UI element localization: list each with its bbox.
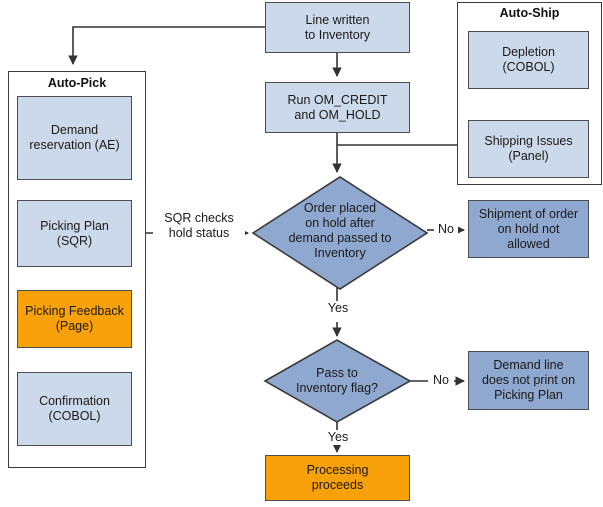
node-processing-line2: proceeds <box>311 478 364 492</box>
node-depletion-line2: (COBOL) <box>502 60 555 74</box>
group-auto-pick-title: Auto-Pick <box>47 76 107 90</box>
group-auto-ship-title: Auto-Ship <box>499 6 560 20</box>
node-shipment-line2: on hold not <box>497 221 560 236</box>
node-demand-not-print-line3: Picking Plan <box>494 388 563 402</box>
node-line-written-to-inventory[interactable]: Line written to Inventory <box>265 2 410 53</box>
node-picking-feedback[interactable]: Picking Feedback (Page) <box>17 290 132 348</box>
node-line-written-line2: to Inventory <box>304 27 371 42</box>
node-run-om-credit-and-om-hold[interactable]: Run OM_CREDIT and OM_HOLD <box>265 82 410 133</box>
node-shipment-line1: Shipment of order <box>478 206 579 221</box>
flowchart-canvas: Auto-Pick Demand reservation (AE) Pickin… <box>0 0 603 507</box>
decision-pass-to-inventory-shape <box>263 339 412 423</box>
edge-label-sqr-checks: SQR checks hold status <box>153 211 245 241</box>
node-run-om-line2: and OM_HOLD <box>294 107 381 122</box>
edge-label-no-decision2: No <box>428 373 454 388</box>
edge-label-no-decision1: No <box>434 222 458 237</box>
node-demand-reservation-line2: reservation (AE) <box>29 138 120 152</box>
node-picking-plan-line2: (SQR) <box>56 233 93 248</box>
node-demand-line-does-not-print[interactable]: Demand line does not print on Picking Pl… <box>468 351 589 410</box>
node-processing-proceeds[interactable]: Processing proceeds <box>265 455 410 501</box>
node-processing-line1: Processing <box>306 463 369 477</box>
node-demand-reservation[interactable]: Demand reservation (AE) <box>17 96 132 180</box>
edge-label-yes-decision1: Yes <box>322 301 354 316</box>
node-shipping-issues-line1: Shipping Issues <box>484 134 573 148</box>
node-picking-plan-line1: Picking Plan <box>40 218 109 233</box>
node-picking-feedback-line1: Picking Feedback <box>25 304 124 318</box>
node-confirmation-line1: Confirmation <box>39 394 110 408</box>
node-shipment-of-order-on-hold-not-allowed[interactable]: Shipment of order on hold not allowed <box>468 200 589 258</box>
node-run-om-line1: Run OM_CREDIT <box>287 92 388 107</box>
node-confirmation-line2: (COBOL) <box>48 409 101 423</box>
node-picking-plan[interactable]: Picking Plan (SQR) <box>17 200 132 267</box>
node-demand-not-print-line2: does not print on <box>481 373 576 387</box>
node-depletion[interactable]: Depletion (COBOL) <box>468 31 589 89</box>
node-shipping-issues-line2: (Panel) <box>508 149 549 163</box>
decision-order-on-hold-shape <box>251 176 429 290</box>
node-shipping-issues[interactable]: Shipping Issues (Panel) <box>468 120 589 178</box>
node-shipment-line3: allowed <box>507 236 550 251</box>
edge-line-written-to-auto-pick <box>68 26 265 65</box>
node-demand-not-print-line1: Demand line <box>493 358 564 372</box>
edge-label-yes-decision2: Yes <box>322 430 354 445</box>
edge-label-sqr-checks-line1: SQR checks <box>164 211 234 225</box>
node-line-written-line1: Line written <box>305 12 370 27</box>
node-depletion-line1: Depletion <box>502 45 555 59</box>
edge-label-sqr-checks-line2: hold status <box>168 226 230 240</box>
node-picking-feedback-line2: (Page) <box>55 319 94 333</box>
node-confirmation[interactable]: Confirmation (COBOL) <box>17 372 132 446</box>
node-demand-reservation-line1: Demand <box>50 123 99 137</box>
